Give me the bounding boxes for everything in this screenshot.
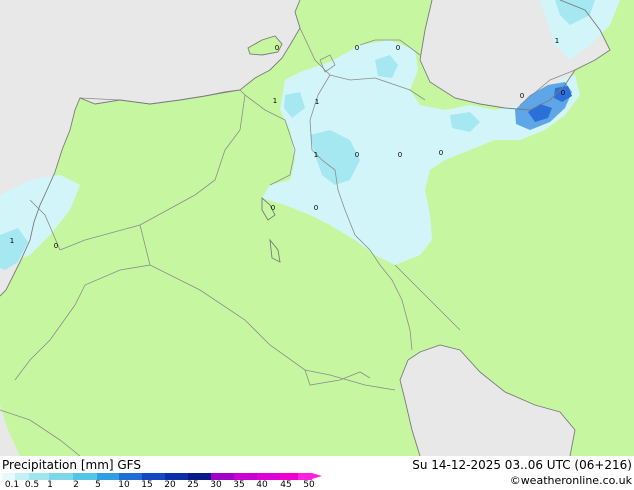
- precipitation-map: 0 0 0 1 1 1 0 0 0 0 0 1 0 0 1 0: [0, 0, 634, 456]
- legend-label: 0.1: [4, 480, 20, 490]
- legend-label: 10: [118, 480, 130, 490]
- legend-label: 45: [280, 480, 292, 490]
- legend-label: 2: [73, 480, 79, 490]
- precip-legend-bar: [2, 473, 322, 480]
- precip-legend-labels: 0.1 0.5 1 2 5 10 15 20 25 30 35 40 45 50: [0, 480, 330, 490]
- precip-value-label: 0: [439, 149, 443, 157]
- legend-label: 5: [95, 480, 101, 490]
- precip-value-label: 1: [555, 37, 559, 45]
- precip-value-label: 0: [398, 151, 402, 159]
- legend-swatch: [257, 473, 280, 480]
- precip-value-label: 0: [355, 151, 359, 159]
- legend-swatch: [165, 473, 188, 480]
- precip-value-label: 0: [271, 204, 275, 212]
- legend-swatch: [73, 473, 97, 480]
- precip-value-label: 0: [54, 242, 58, 250]
- legend-swatch: [15, 473, 29, 480]
- legend-arrow-tip: [312, 473, 322, 479]
- legend-swatch: [142, 473, 165, 480]
- legend-label: 30: [210, 480, 222, 490]
- precip-value-label: 0: [275, 44, 279, 52]
- legend-swatch: [97, 473, 119, 480]
- legend-label: 20: [164, 480, 176, 490]
- legend-swatch: [298, 473, 312, 480]
- precip-value-label: 0: [396, 44, 400, 52]
- legend-label: 15: [141, 480, 153, 490]
- legend-label: 35: [233, 480, 245, 490]
- legend-swatch: [29, 473, 49, 480]
- credit-link[interactable]: ©weatheronline.co.uk: [510, 474, 632, 487]
- legend-swatch: [280, 473, 298, 480]
- legend-swatch: [2, 473, 15, 480]
- legend-swatch: [234, 473, 257, 480]
- legend-label: 40: [256, 480, 268, 490]
- precip-value-label: 1: [273, 97, 277, 105]
- legend-label: 0.5: [24, 480, 40, 490]
- precip-value-label: 1: [314, 151, 318, 159]
- precip-value-label: 0: [314, 204, 318, 212]
- precip-value-label: 1: [315, 98, 319, 106]
- precip-value-label: 0: [561, 89, 565, 97]
- map-canvas: 0 0 0 1 1 1 0 0 0 0 0 1 0 0 1 0: [0, 0, 634, 456]
- legend-label: 25: [187, 480, 199, 490]
- map-datetime: Su 14-12-2025 03..06 UTC (06+216): [412, 458, 632, 472]
- legend-swatch: [188, 473, 211, 480]
- legend-label: 50: [303, 480, 315, 490]
- precip-value-label: 1: [10, 237, 14, 245]
- legend-swatch: [49, 473, 73, 480]
- legend-swatch: [211, 473, 234, 480]
- precip-value-label: 0: [520, 92, 524, 100]
- legend-swatch: [119, 473, 142, 480]
- legend-label: 1: [47, 480, 53, 490]
- map-title: Precipitation [mm] GFS: [2, 458, 141, 472]
- precip-value-label: 0: [355, 44, 359, 52]
